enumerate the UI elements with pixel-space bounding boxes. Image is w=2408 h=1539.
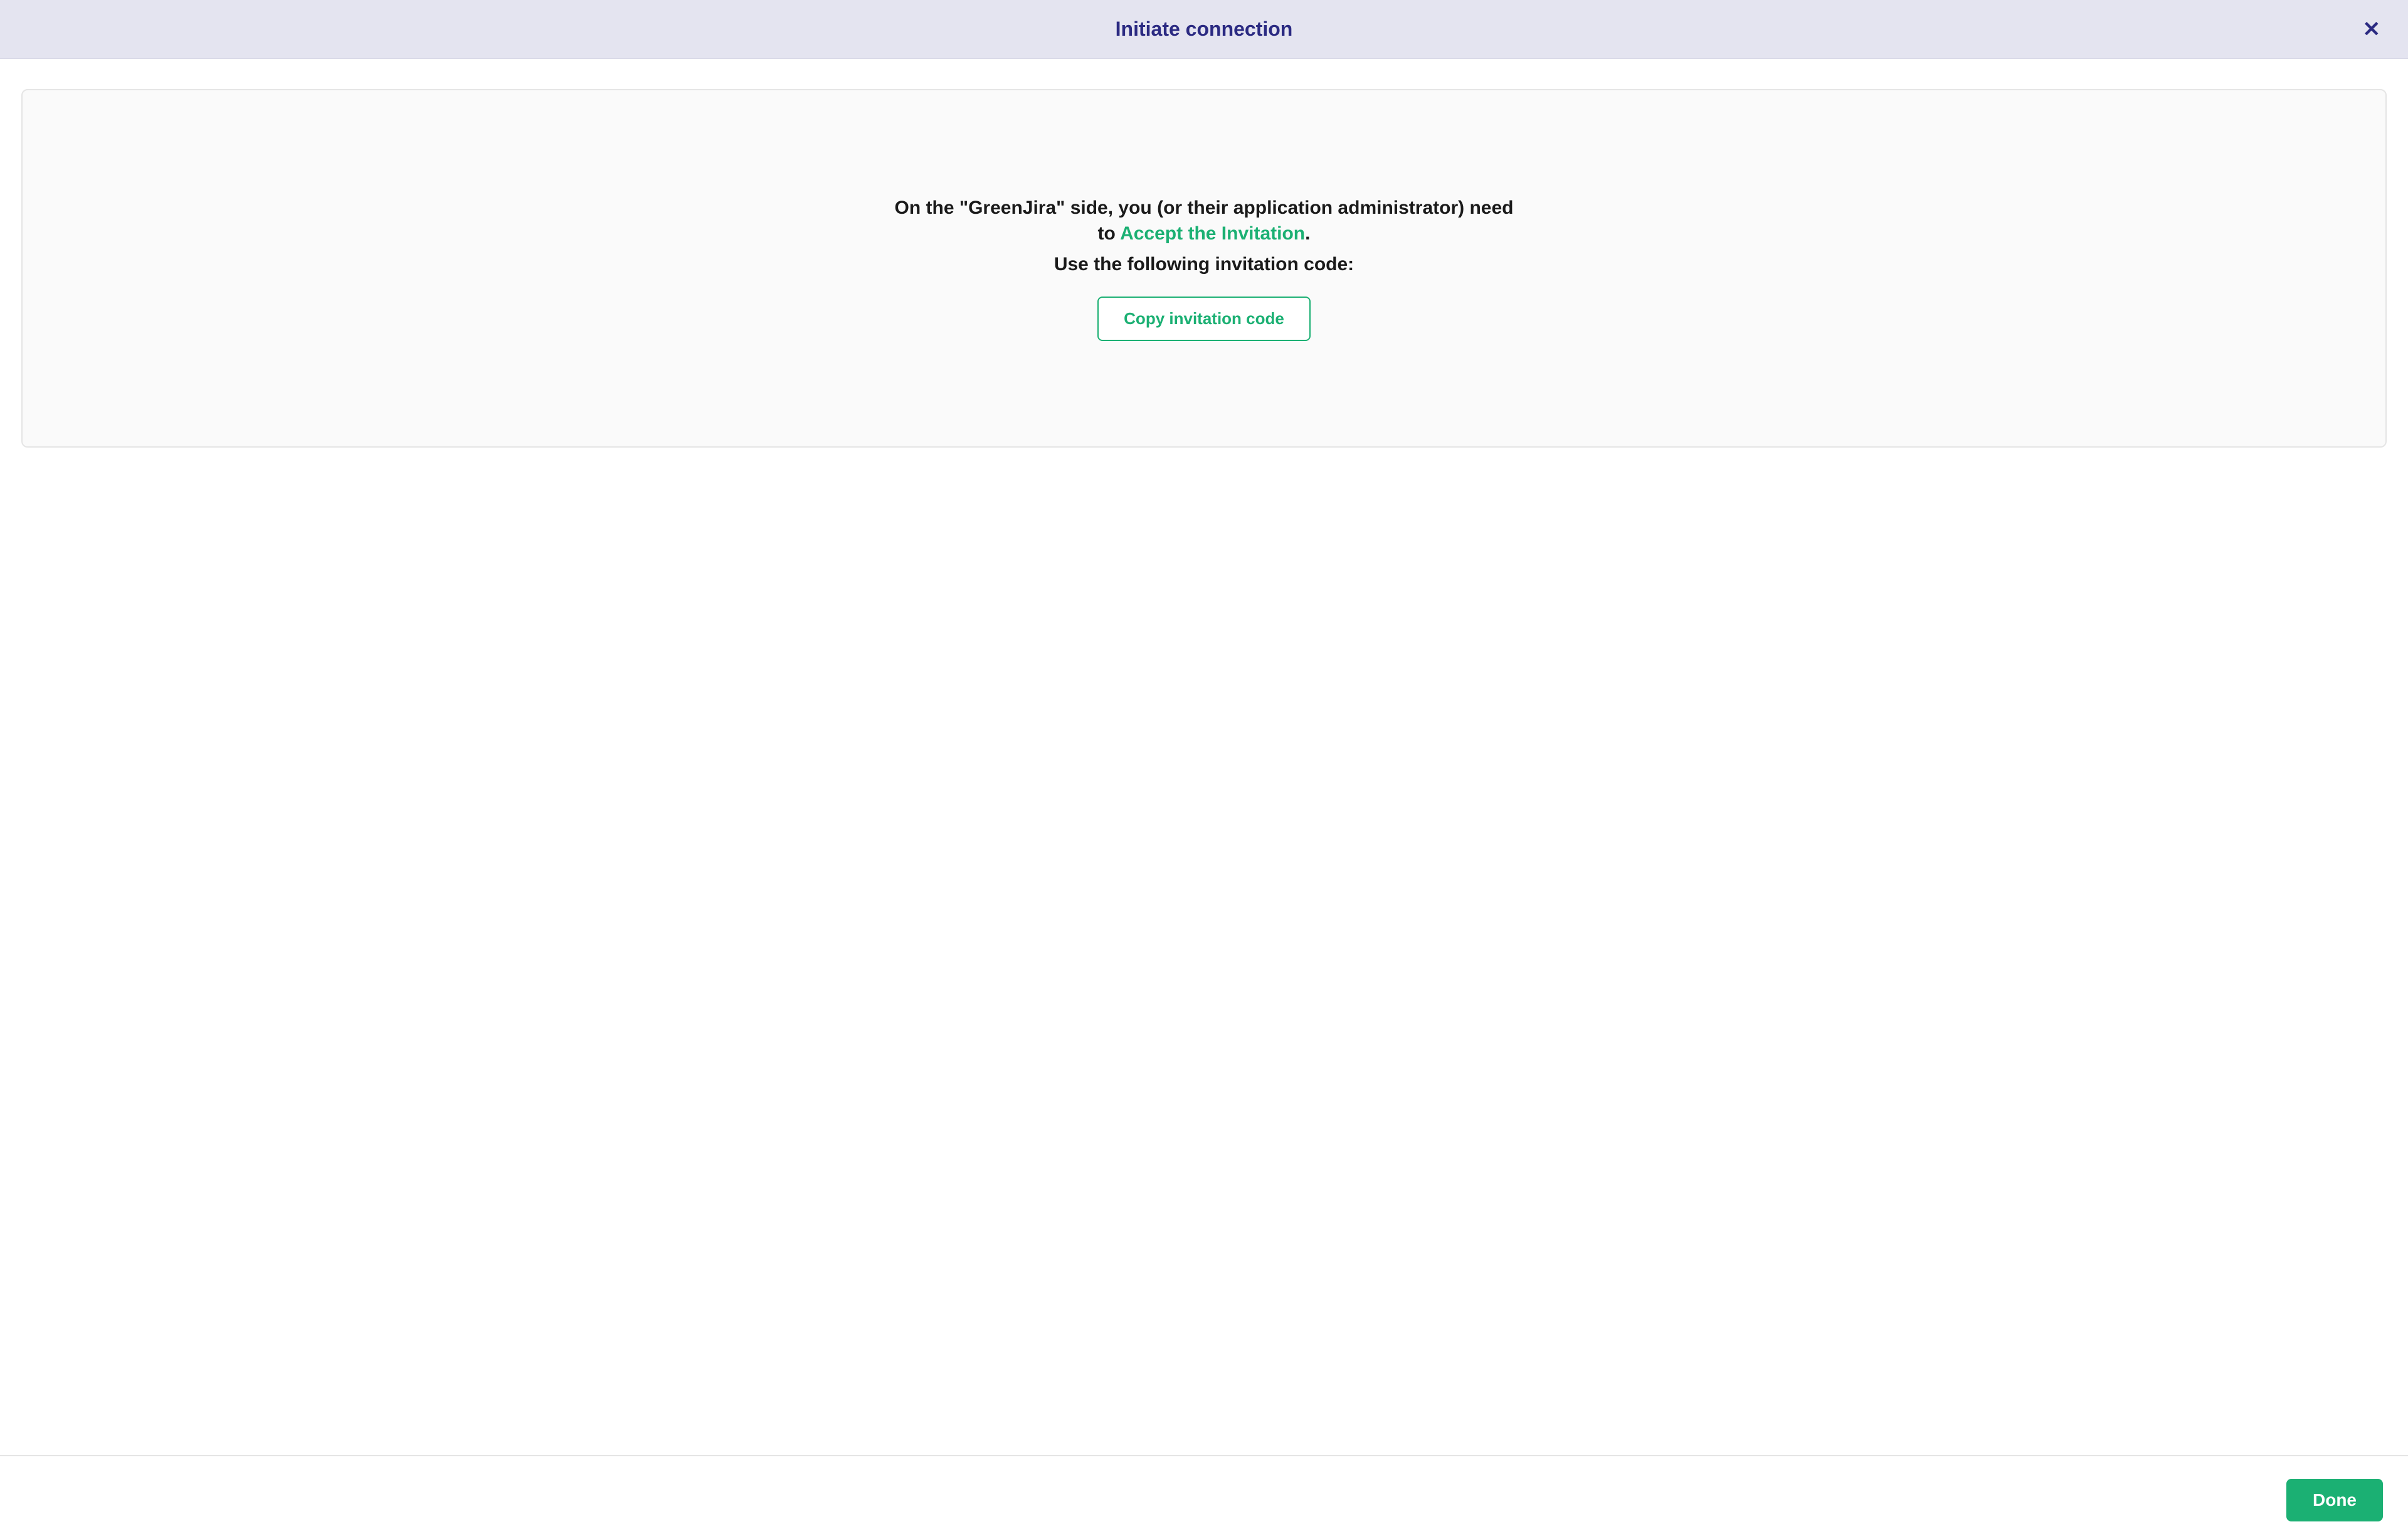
modal-title: Initiate connection — [1116, 18, 1293, 41]
copy-invitation-code-button[interactable]: Copy invitation code — [1097, 297, 1311, 341]
content-card: On the "GreenJira" side, you (or their a… — [21, 89, 2387, 448]
done-button[interactable]: Done — [2286, 1479, 2383, 1521]
modal-body: On the "GreenJira" side, you (or their a… — [0, 59, 2408, 1455]
close-button[interactable]: ✕ — [2358, 16, 2386, 43]
accept-invitation-link[interactable]: Accept the Invitation — [1120, 223, 1305, 244]
modal-header: Initiate connection ✕ — [0, 0, 2408, 59]
close-icon: ✕ — [2363, 18, 2381, 41]
instruction-suffix: . — [1305, 223, 1310, 244]
instruction-text: On the "GreenJira" side, you (or their a… — [890, 196, 1518, 246]
modal-footer: Done — [0, 1455, 2408, 1539]
invitation-code-label: Use the following invitation code: — [1054, 254, 1354, 275]
